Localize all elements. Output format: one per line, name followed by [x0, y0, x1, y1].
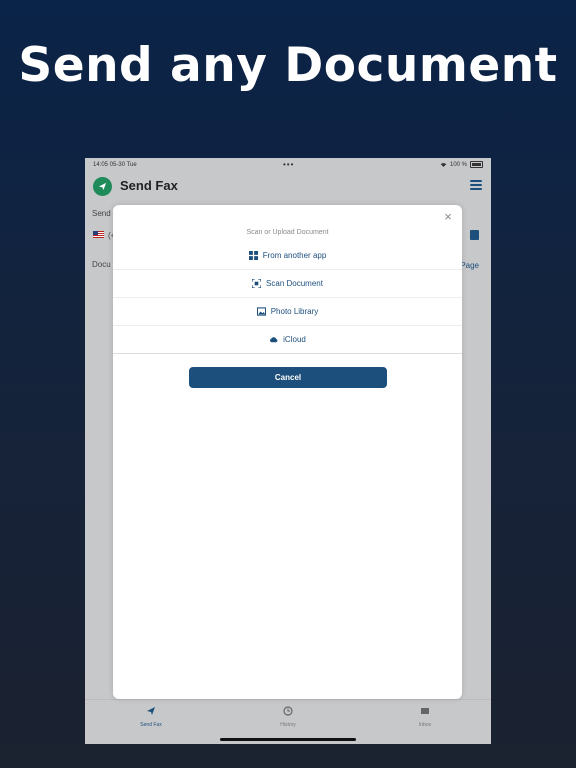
- paper-plane-icon: [98, 182, 107, 191]
- option-label: From another app: [262, 250, 327, 260]
- close-icon[interactable]: ×: [442, 210, 454, 223]
- scan-icon: [252, 278, 262, 288]
- battery-percent: 100 %: [449, 161, 467, 168]
- option-icloud[interactable]: iCloud: [113, 325, 462, 354]
- option-scan-document[interactable]: Scan Document: [113, 269, 462, 298]
- multitask-dots[interactable]: •••: [283, 160, 294, 169]
- option-label: Photo Library: [270, 306, 319, 316]
- status-bar: 14:05 05-30 Tue ••• 100 %: [85, 158, 491, 172]
- paper-plane-icon: [147, 707, 155, 715]
- inbox-icon: [421, 708, 429, 714]
- option-label: Scan Document: [266, 278, 323, 288]
- us-flag-icon[interactable]: [93, 231, 104, 238]
- tab-send-fax[interactable]: Send Fax: [121, 706, 181, 728]
- document-label: Docu: [92, 260, 111, 269]
- status-time: 14:05 05-30 Tue: [93, 162, 137, 168]
- sheet-title: Scan or Upload Document: [246, 229, 329, 236]
- wifi-icon: [440, 163, 447, 167]
- tab-label: Inbox: [418, 722, 432, 728]
- tab-inbox[interactable]: Inbox: [395, 706, 455, 728]
- add-page-link[interactable]: Page: [460, 261, 479, 270]
- cancel-button[interactable]: Cancel: [189, 367, 387, 388]
- tab-label: Send Fax: [140, 722, 162, 728]
- menu-icon[interactable]: [470, 180, 482, 192]
- grid-icon: [248, 250, 258, 260]
- home-indicator[interactable]: [220, 738, 356, 741]
- battery-icon: [470, 161, 483, 168]
- photo-icon: [256, 306, 266, 316]
- app-logo: [93, 177, 112, 196]
- headline: Send any Document: [18, 38, 558, 93]
- option-label: iCloud: [283, 334, 306, 344]
- tab-history[interactable]: History: [258, 706, 318, 728]
- clock-icon: [283, 706, 293, 716]
- option-photo-library[interactable]: Photo Library: [113, 297, 462, 326]
- status-right: 100 %: [440, 161, 483, 168]
- option-from-another-app[interactable]: From another app: [113, 241, 462, 270]
- cloud-icon: [270, 336, 278, 342]
- send-label: Send: [92, 209, 111, 218]
- contact-book-icon[interactable]: [470, 230, 479, 240]
- tab-label: History: [280, 722, 296, 728]
- upload-document-sheet: × Scan or Upload Document From another a…: [113, 205, 462, 699]
- app-title: Send Fax: [120, 178, 178, 193]
